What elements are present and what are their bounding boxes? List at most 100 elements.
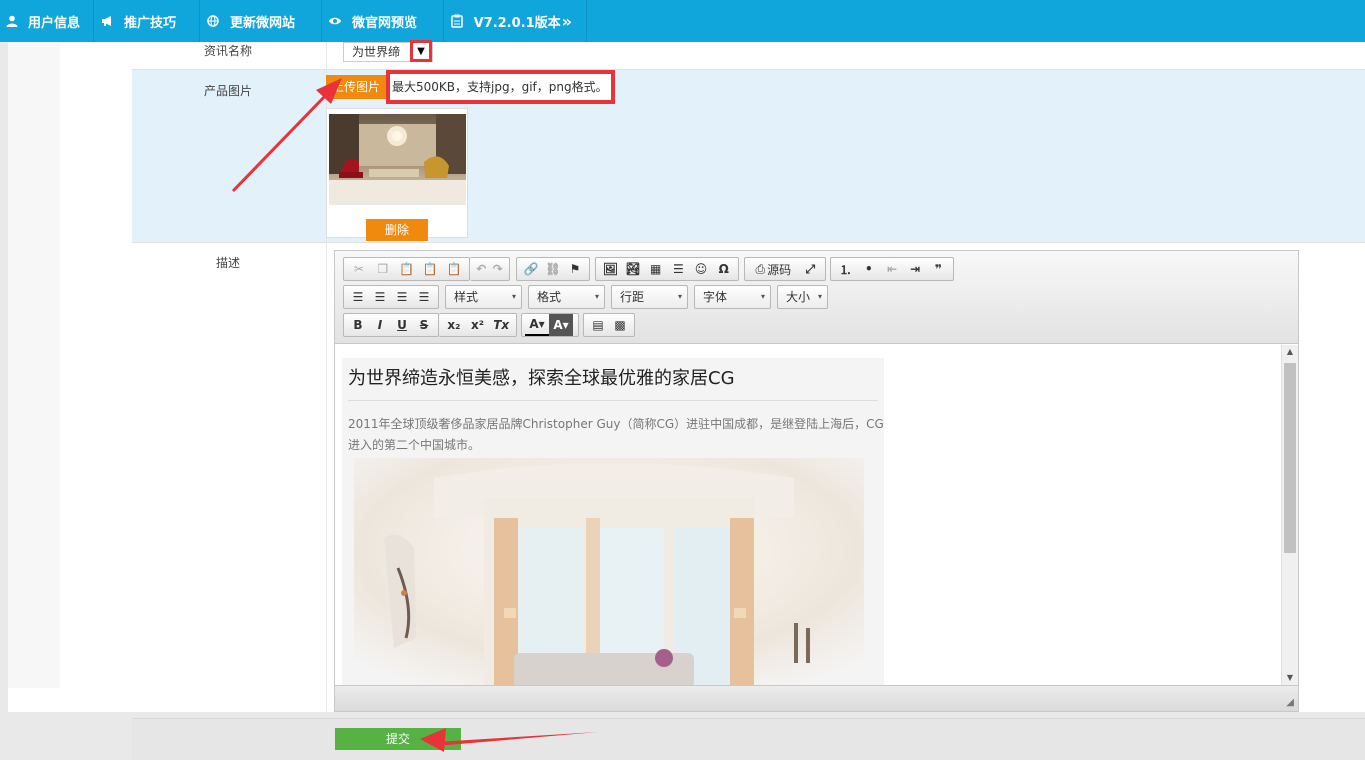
submit-button[interactable]: 提交 bbox=[335, 728, 461, 750]
undo-icon[interactable]: ↶ bbox=[473, 258, 490, 280]
toolbar-group-basic-style: B I U S bbox=[343, 313, 439, 337]
bold-icon[interactable]: B bbox=[347, 314, 369, 336]
nav-version-label: V7.2.0.1版本 bbox=[473, 15, 561, 31]
upload-image-button[interactable]: 上传图片 bbox=[326, 75, 386, 99]
format-combo-label: 格式 bbox=[537, 290, 562, 304]
select-dropdown-arrow[interactable]: ▼ bbox=[410, 40, 432, 62]
editor-content-area[interactable]: 为世界缔造永恒美感，探索全球最优雅的家居CG 2011年全球顶级奢侈品家居品牌C… bbox=[335, 345, 1281, 685]
maximize-icon[interactable]: ⤢ bbox=[799, 258, 822, 280]
form-frame: 资讯名称 为世界缔 ▼ 产品图片 上传图片 最大500KB，支持jpg，gif，… bbox=[8, 40, 1365, 712]
smiley-icon[interactable]: ☺ bbox=[690, 258, 713, 280]
editor-status-bar: ◢ bbox=[335, 685, 1298, 711]
subscript-icon[interactable]: x₂ bbox=[442, 314, 466, 336]
nav-update-site[interactable]: 更新微网站 bbox=[200, 0, 322, 42]
size-combo-label: 大小 bbox=[786, 290, 811, 304]
combo-caret-icon: ▾ bbox=[594, 292, 599, 301]
editor-vertical-scrollbar[interactable]: ▲ ▼ bbox=[1281, 345, 1298, 685]
align-right-icon[interactable]: ☰ bbox=[391, 286, 413, 308]
outdent-icon[interactable]: ⇤ bbox=[880, 258, 903, 280]
rich-text-editor: ✂ ❐ 📋 📋 📋 ↶ ↷ 🔗 ⛓ ⚑ 🖼 🏞 ▦ ☰ ☺ Ω ⎙ 源码 ⤢ ⒈… bbox=[334, 250, 1299, 712]
nav-version[interactable]: V7.2.0.1版本 » bbox=[444, 0, 587, 42]
text-color-icon[interactable]: A▾ bbox=[525, 314, 549, 336]
scrollbar-thumb[interactable] bbox=[1284, 363, 1296, 553]
upload-hint-text: 最大500KB，支持jpg，gif，png格式。 bbox=[386, 70, 615, 104]
source-button[interactable]: ⎙ 源码 bbox=[748, 258, 799, 280]
toolbar-group-colors: A▾ A▾ bbox=[521, 313, 579, 337]
bottom-action-bar bbox=[132, 718, 1365, 760]
combo-caret-icon: ▾ bbox=[511, 292, 516, 301]
italic-icon[interactable]: I bbox=[369, 314, 391, 336]
size-combo[interactable]: 大小 ▾ bbox=[777, 285, 828, 309]
format-combo[interactable]: 格式 ▾ bbox=[528, 285, 605, 309]
toolbar-group-undo: ↶ ↷ bbox=[470, 257, 510, 281]
article-divider bbox=[348, 400, 878, 401]
nav-promo-tips-label: 推广技巧 bbox=[124, 15, 177, 31]
link-icon[interactable]: 🔗 bbox=[520, 258, 542, 280]
image-upload-icon[interactable]: 🏞 bbox=[622, 258, 645, 280]
source-code-icon: ⎙ bbox=[755, 261, 766, 276]
template-icon[interactable]: ▤ bbox=[587, 314, 609, 336]
cut-icon[interactable]: ✂ bbox=[347, 258, 371, 280]
article-name-value: 为世界缔 bbox=[352, 45, 401, 59]
toolbar-group-links: 🔗 ⛓ ⚑ bbox=[516, 257, 590, 281]
toolbar-group-align: ☰ ☰ ☰ ☰ bbox=[343, 285, 439, 309]
font-combo-label: 字体 bbox=[703, 290, 728, 304]
superscript-icon[interactable]: x² bbox=[466, 314, 490, 336]
redo-icon[interactable]: ↷ bbox=[490, 258, 507, 280]
paste-icon[interactable]: 📋 bbox=[395, 258, 419, 280]
toolbar-group-source: ⎙ 源码 ⤢ bbox=[744, 257, 826, 281]
combo-caret-icon: ▾ bbox=[817, 292, 822, 301]
nav-preview-site[interactable]: 微官网预览 bbox=[322, 0, 444, 42]
line-height-combo[interactable]: 行距 ▾ bbox=[611, 285, 688, 309]
unlink-icon[interactable]: ⛓ bbox=[542, 258, 564, 280]
underline-icon[interactable]: U bbox=[391, 314, 413, 336]
toolbar-group-lists: ⒈ • ⇤ ⇥ ❞ bbox=[830, 257, 954, 281]
row-product-image bbox=[132, 70, 1365, 242]
bg-color-icon[interactable]: A▾ bbox=[549, 314, 573, 336]
scroll-down-arrow-icon[interactable]: ▼ bbox=[1282, 671, 1298, 685]
image-icon[interactable]: 🖼 bbox=[599, 258, 622, 280]
left-gutter bbox=[8, 42, 60, 688]
line-height-combo-label: 行距 bbox=[620, 290, 645, 304]
delete-image-button[interactable]: 删除 bbox=[366, 219, 428, 241]
indent-icon[interactable]: ⇥ bbox=[904, 258, 927, 280]
anchor-flag-icon[interactable]: ⚑ bbox=[564, 258, 586, 280]
align-left-icon[interactable]: ☰ bbox=[347, 286, 369, 308]
remove-format-icon[interactable]: Tx bbox=[489, 314, 513, 336]
product-image-label: 产品图片 bbox=[204, 84, 253, 98]
resize-grip-icon[interactable]: ◢ bbox=[1286, 697, 1294, 708]
paste-word-icon[interactable]: 📋 bbox=[442, 258, 466, 280]
product-thumbnail-image bbox=[329, 114, 466, 205]
bullet-list-icon[interactable]: • bbox=[857, 258, 880, 280]
row-article-name bbox=[132, 42, 1365, 70]
qrcode-icon[interactable]: ▩ bbox=[609, 314, 631, 336]
align-center-icon[interactable]: ☰ bbox=[369, 286, 391, 308]
numbered-list-icon[interactable]: ⒈ bbox=[834, 258, 857, 280]
style-combo[interactable]: 样式 ▾ bbox=[445, 285, 522, 309]
scroll-up-arrow-icon[interactable]: ▲ bbox=[1282, 345, 1298, 359]
user-icon bbox=[6, 14, 18, 28]
globe-icon bbox=[206, 14, 220, 28]
editor-toolbar: ✂ ❐ 📋 📋 📋 ↶ ↷ 🔗 ⛓ ⚑ 🖼 🏞 ▦ ☰ ☺ Ω ⎙ 源码 ⤢ ⒈… bbox=[335, 251, 1298, 344]
nav-promo-tips[interactable]: 推广技巧 bbox=[94, 0, 200, 42]
article-room-image bbox=[354, 458, 864, 685]
article-body-text: 2011年全球顶级奢侈品家居品牌Christopher Guy（简称CG）进驻中… bbox=[348, 417, 884, 452]
blockquote-icon[interactable]: ❞ bbox=[927, 258, 950, 280]
nav-user-info[interactable]: 用户信息 bbox=[0, 0, 94, 42]
source-label: 源码 bbox=[767, 262, 792, 277]
nav-update-site-label: 更新微网站 bbox=[230, 15, 296, 31]
toolbar-group-script: x₂ x² Tx bbox=[439, 313, 517, 337]
align-justify-icon[interactable]: ☰ bbox=[413, 286, 435, 308]
horizontal-rule-icon[interactable]: ☰ bbox=[667, 258, 690, 280]
combo-caret-icon: ▾ bbox=[677, 292, 682, 301]
top-nav: 用户信息 推广技巧 更新微网站 微官网预览 V7.2.0.1版本 » bbox=[0, 0, 1365, 42]
copy-icon[interactable]: ❐ bbox=[371, 258, 395, 280]
paste-text-icon[interactable]: 📋 bbox=[418, 258, 442, 280]
strikethrough-icon[interactable]: S bbox=[413, 314, 435, 336]
special-char-icon[interactable]: Ω bbox=[712, 258, 735, 280]
table-icon[interactable]: ▦ bbox=[644, 258, 667, 280]
font-combo[interactable]: 字体 ▾ bbox=[694, 285, 771, 309]
article-title: 为世界缔造永恒美感，探索全球最优雅的家居CG bbox=[348, 368, 735, 389]
article-preview: 为世界缔造永恒美感，探索全球最优雅的家居CG 2011年全球顶级奢侈品家居品牌C… bbox=[342, 358, 884, 685]
toolbar-group-clipboard: ✂ ❐ 📋 📋 📋 bbox=[343, 257, 470, 281]
